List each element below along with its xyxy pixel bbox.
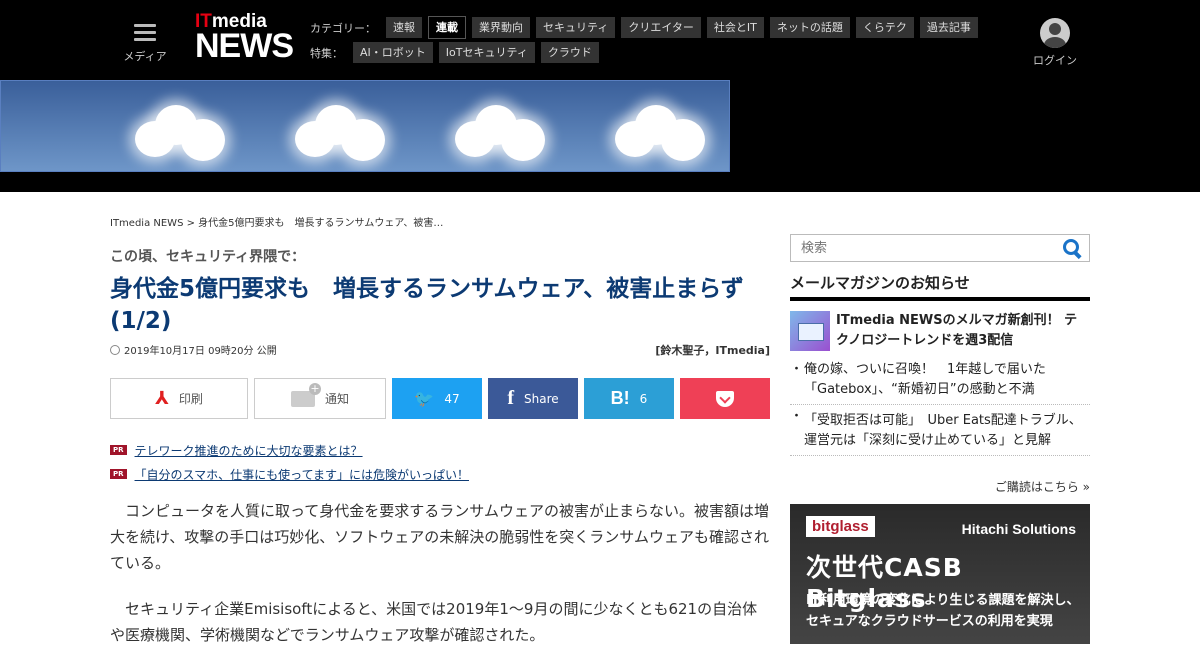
hatena-icon: B! (610, 388, 630, 408)
media-menu-label: メディア (123, 50, 167, 63)
pr-item: PR テレワーク推進のために大切な要素とは？ (110, 438, 469, 462)
newsletter-feature[interactable]: ITmedia NEWSのメルマガ新創刊！ テクノロジートレンドを週3配信 (790, 311, 1090, 351)
article-title: 身代金5億円要求も 増長するランサムウェア、被害止まらず (1/2) (110, 276, 744, 334)
article-date: 2019年10月17日 09時20分 公開 (110, 342, 277, 358)
feature-nav: 特集： AI・ロボット IoTセキュリティ クラウド (310, 42, 599, 63)
ad-description-line: セキュアなクラウドサービスの利用を実現 (806, 614, 1053, 629)
pocket-button[interactable] (680, 378, 770, 419)
media-menu-button[interactable]: メディア (120, 20, 170, 64)
article-meta: 2019年10月17日 09時20分 公開 [鈴木聖子，ITmedia] (110, 342, 770, 358)
user-icon (1040, 18, 1070, 48)
article-date-text: 2019年10月17日 09時20分 公開 (124, 346, 277, 357)
nav-category-archive[interactable]: 過去記事 (919, 17, 978, 38)
pocket-icon (716, 390, 734, 407)
newsletter-feature-text: ITmedia NEWSのメルマガ新創刊！ テクノロジートレンドを週3配信 (836, 313, 1078, 348)
nav-feature-iot-security[interactable]: IoTセキュリティ (438, 42, 535, 63)
breadcrumb[interactable]: ITmedia NEWS > 身代金5億円要求も 増長するランサムウェア、被害… (110, 214, 443, 229)
site-header: メディア ITmedia NEWS カテゴリー： 速報 連載 業界動向 セキュリ… (0, 0, 1200, 192)
article-author: [鈴木聖子，ITmedia] (655, 344, 770, 357)
hamburger-icon (134, 24, 156, 42)
facebook-icon: f (507, 387, 515, 409)
article-body: コンピュータを人質に取って身代金を要求するランサムウェアの被害が止まらない。被害… (110, 498, 770, 668)
site-logo[interactable]: ITmedia NEWS (195, 12, 294, 65)
cloud-graphic (131, 103, 241, 163)
facebook-share-button[interactable]: f Share (488, 378, 578, 419)
ad-description-line: IT利用環境の変化により生じる課題を解決し、 (806, 593, 1080, 608)
pr-links: PR テレワーク推進のために大切な要素とは？ PR 「自分のスマホ、仕事にも使っ… (110, 438, 469, 486)
list-item[interactable]: 「受取拒否は可能」 Uber Eats配達トラブル、運営元は「深刻に受け止めてい… (790, 405, 1090, 456)
twitter-bird-icon: 🐦 (414, 389, 435, 408)
twitter-share-button[interactable]: 🐦 47 (392, 378, 482, 419)
list-item[interactable]: 俺の嫁、ついに召喚！ 1年越しで届いた「Gatebox」、“新婚初日”の感動と不… (790, 358, 1090, 405)
clock-icon (110, 345, 120, 355)
pr-badge: PR (110, 469, 127, 479)
article-kicker: この頃、セキュリティ界隈で： (110, 249, 306, 265)
newsletter-list: 俺の嫁、ついに召喚！ 1年越しで届いた「Gatebox」、“新婚初日”の感動と不… (790, 358, 1090, 456)
print-button[interactable]: ⅄ 印刷 (110, 378, 248, 419)
nav-category-security[interactable]: セキュリティ (536, 17, 616, 38)
pr-badge: PR (110, 445, 127, 455)
nav-feature-cloud[interactable]: クラウド (540, 42, 599, 63)
login-button[interactable]: ログイン (1030, 18, 1080, 68)
newsletter-heading: メールマガジンのお知らせ (790, 272, 1090, 301)
cloud-graphic (451, 103, 561, 163)
pr-link-telework[interactable]: テレワーク推進のために大切な要素とは？ (135, 442, 363, 459)
notify-icon (290, 382, 321, 407)
nav-category-society[interactable]: 社会とIT (706, 17, 764, 38)
search-icon[interactable] (1061, 237, 1083, 259)
facebook-label: Share (524, 391, 559, 406)
hatena-count: 6 (639, 391, 648, 406)
top-banner-ad[interactable] (0, 80, 730, 172)
search-input[interactable] (791, 235, 1061, 261)
ad-logo: bitglass (806, 516, 875, 537)
category-nav-label: カテゴリー： (310, 21, 376, 35)
feature-nav-label: 特集： (310, 46, 343, 60)
nav-category-kuratech[interactable]: くらテク (855, 17, 914, 38)
nav-category-industry[interactable]: 業界動向 (472, 17, 530, 38)
nav-feature-ai-robot[interactable]: AI・ロボット (353, 42, 433, 63)
nav-category-creator[interactable]: クリエイター (621, 17, 701, 38)
pdf-icon: ⅄ (155, 388, 169, 409)
article-paragraph: セキュリティ企業Emisisoftによると、米国では2019年1～9月の間に少な… (110, 600, 758, 644)
category-nav: カテゴリー： 速報 連載 業界動向 セキュリティ クリエイター 社会とIT ネッ… (310, 16, 978, 39)
mail-icon (790, 311, 830, 351)
nav-category-net-topics[interactable]: ネットの話題 (769, 17, 850, 38)
twitter-count: 47 (444, 391, 460, 406)
ad-company: Hitachi Solutions (961, 521, 1076, 537)
search-box (790, 234, 1090, 262)
hatena-bookmark-button[interactable]: B! 6 (584, 378, 674, 419)
notify-label: 通知 (324, 392, 349, 406)
article-paragraph: コンピュータを人質に取って身代金を要求するランサムウェアの被害が止まらない。被害… (110, 502, 769, 572)
cloud-graphic (291, 103, 401, 163)
newsletter-subscribe-link[interactable]: ご購読はこちら » (790, 478, 1090, 495)
sidebar-ad[interactable]: bitglass Hitachi Solutions 次世代CASB Bitgl… (790, 504, 1090, 644)
nav-category-breaking[interactable]: 速報 (386, 17, 422, 38)
pr-link-smartphone[interactable]: 「自分のスマホ、仕事にも使ってます」には危険がいっぱい！ (135, 466, 469, 483)
pr-item: PR 「自分のスマホ、仕事にも使ってます」には危険がいっぱい！ (110, 462, 469, 486)
login-label: ログイン (1033, 54, 1077, 67)
logo-news: NEWS (195, 27, 294, 65)
notify-button[interactable]: 通知 (254, 378, 386, 419)
share-bar: ⅄ 印刷 通知 🐦 47 f Share B! 6 (110, 378, 770, 419)
nav-category-series[interactable]: 連載 (428, 16, 466, 39)
ad-description: IT利用環境の変化により生じる課題を解決し、 セキュアなクラウドサービスの利用を… (806, 590, 1079, 632)
print-label: 印刷 (178, 392, 203, 406)
cloud-graphic (611, 103, 721, 163)
